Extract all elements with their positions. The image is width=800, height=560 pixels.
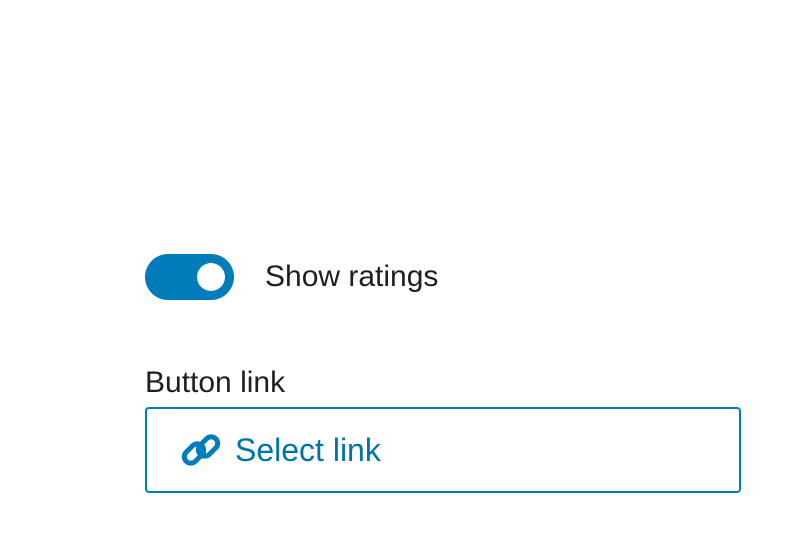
show-ratings-setting: Show ratings xyxy=(145,254,438,300)
settings-panel: Show ratings Button link Select link xyxy=(0,0,800,560)
select-link-label: Select link xyxy=(235,431,381,468)
select-link-button[interactable]: Select link xyxy=(145,407,741,493)
show-ratings-toggle[interactable] xyxy=(145,254,234,300)
toggle-knob xyxy=(197,263,225,291)
show-ratings-label[interactable]: Show ratings xyxy=(265,254,438,300)
button-link-label: Button link xyxy=(145,366,286,399)
link-icon xyxy=(179,428,223,472)
